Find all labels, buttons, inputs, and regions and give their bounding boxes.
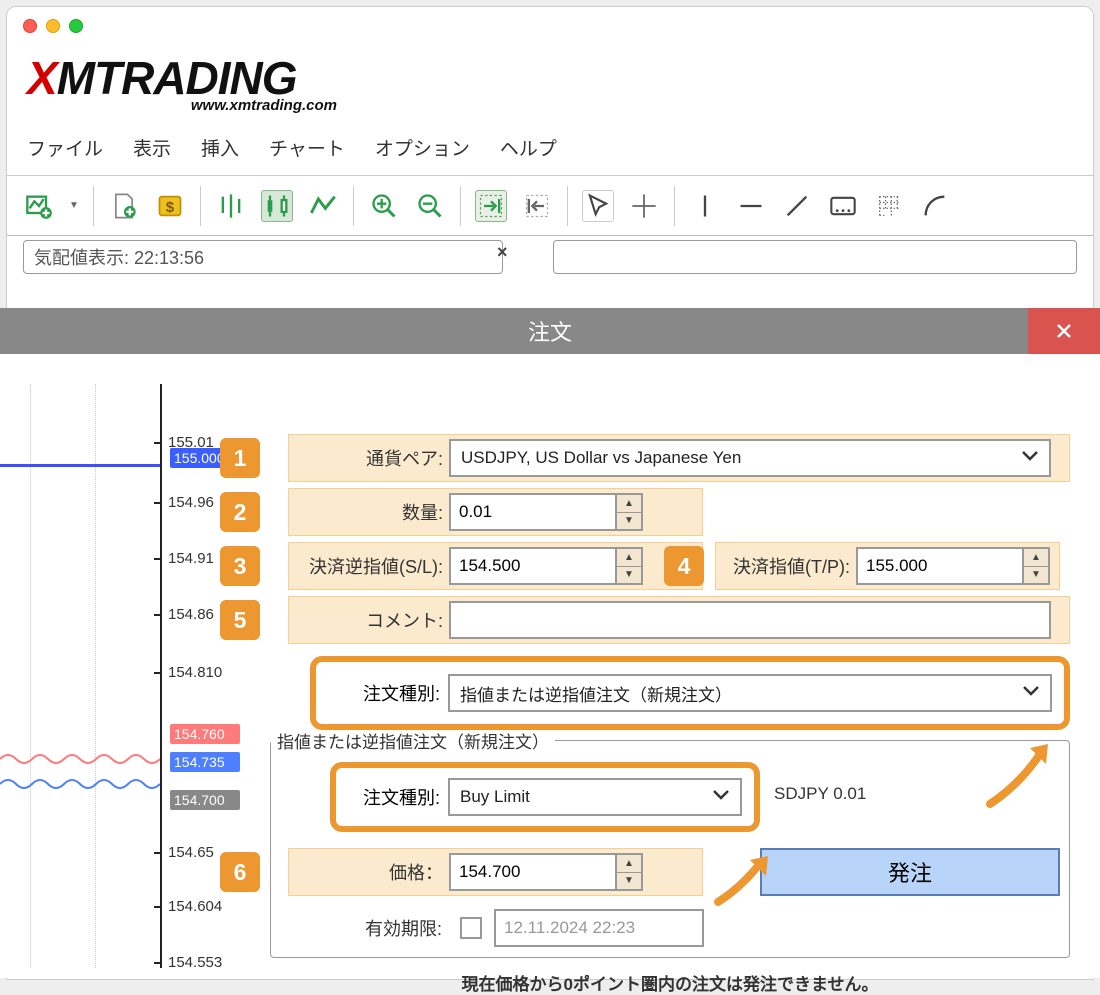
- sl-label: 決済逆指値(S/L):: [289, 553, 449, 579]
- new-chart-icon[interactable]: [23, 190, 55, 222]
- menubar: ファイル 表示 挿入 チャート オプション ヘルプ: [7, 122, 1093, 176]
- pending-group-label: 指値または逆指値注文（新規注文）: [271, 728, 555, 753]
- price-stepper[interactable]: ▲▼: [615, 853, 643, 891]
- qty-input[interactable]: 0.01: [449, 493, 617, 531]
- trend-line-icon[interactable]: [781, 190, 813, 222]
- callout-badge-1: 1: [220, 438, 260, 478]
- brand-area: XMTRADING www.xmtrading.com: [7, 45, 1093, 122]
- order-type-label: 注文種別:: [328, 680, 448, 706]
- chevron-down-icon: [1021, 448, 1039, 468]
- callout-badge-4: 4: [664, 546, 704, 586]
- svg-text:$: $: [166, 198, 175, 215]
- y-tick: 154.604: [162, 898, 240, 915]
- comment-input[interactable]: [449, 601, 1051, 639]
- dialog-title: 注文: [528, 315, 572, 347]
- arrow-icon: [980, 734, 1060, 814]
- tp-stepper[interactable]: ▲▼: [1022, 547, 1050, 585]
- menu-view[interactable]: 表示: [133, 134, 171, 161]
- menu-chart[interactable]: チャート: [269, 134, 345, 161]
- tp-label: 決済指値(T/P):: [716, 553, 856, 579]
- price-label: 価格：: [289, 859, 449, 885]
- scroll-start-icon[interactable]: [521, 190, 553, 222]
- pair-select[interactable]: USDJPY, US Dollar vs Japanese Yen: [449, 439, 1051, 477]
- dialog-title-bar: 注文: [0, 308, 1100, 354]
- order-dialog: 注文 155.01155.000154.96154.91154.86154.81…: [0, 308, 1100, 978]
- arrow-icon: [710, 850, 780, 910]
- crosshair-icon[interactable]: [628, 190, 660, 222]
- close-window-button[interactable]: [23, 19, 37, 33]
- qty-stepper[interactable]: ▲▼: [615, 493, 643, 531]
- minimize-window-button[interactable]: [46, 19, 60, 33]
- price-tag: 154.735: [170, 752, 240, 772]
- cursor-icon[interactable]: [582, 190, 614, 222]
- quote-time: 気配値表示: 22:13:56: [34, 244, 204, 270]
- zoom-in-icon[interactable]: [368, 190, 400, 222]
- expiry-label: 有効期限:: [288, 915, 448, 941]
- scroll-end-icon[interactable]: [475, 190, 507, 222]
- pending-type-label: 注文種別:: [348, 784, 448, 810]
- comment-label: コメント:: [289, 607, 449, 633]
- currency-icon[interactable]: $: [154, 190, 186, 222]
- dialog-close-button[interactable]: [1028, 308, 1100, 354]
- toolbar: ▼ $: [7, 176, 1093, 236]
- menu-insert[interactable]: 挿入: [201, 134, 239, 161]
- expiry-checkbox[interactable]: [460, 917, 482, 939]
- zoom-window-button[interactable]: [69, 19, 83, 33]
- titlebar: [7, 7, 1093, 45]
- menu-option[interactable]: オプション: [375, 134, 470, 161]
- chevron-down-icon: [1022, 683, 1040, 703]
- new-document-icon[interactable]: [108, 190, 140, 222]
- chevron-down-icon: [712, 787, 730, 807]
- callout-badge-5: 5: [220, 600, 260, 640]
- submit-order-button[interactable]: 発注: [760, 848, 1060, 896]
- pending-type-select[interactable]: Buy Limit: [448, 778, 742, 816]
- brand-logo: XMTRADING: [27, 55, 1073, 101]
- shape-icon[interactable]: [919, 190, 951, 222]
- pending-info: SDJPY 0.01: [774, 784, 866, 804]
- grid-icon[interactable]: [873, 190, 905, 222]
- menu-help[interactable]: ヘルプ: [500, 134, 557, 161]
- price-tag: 154.760: [170, 724, 240, 744]
- vertical-line-icon[interactable]: [689, 190, 721, 222]
- pair-label: 通貨ペア:: [289, 445, 449, 471]
- callout-badge-6: 6: [220, 852, 260, 892]
- order-form: 通貨ペア: USDJPY, US Dollar vs Japanese Yen …: [240, 354, 1100, 978]
- y-tick: 154.553: [162, 954, 240, 971]
- callout-badge-2: 2: [220, 492, 260, 532]
- bottom-note: 現在価格から0ポイント圏内の注文は発注できません。: [240, 970, 1100, 995]
- close-panel-icon[interactable]: ×: [497, 242, 508, 263]
- horizontal-line-icon[interactable]: [735, 190, 767, 222]
- sub-header: 気配値表示: 22:13:56 ×: [7, 236, 1093, 274]
- callout-badge-3: 3: [220, 546, 260, 586]
- menu-file[interactable]: ファイル: [27, 134, 103, 161]
- zoom-out-icon[interactable]: [414, 190, 446, 222]
- expiry-input[interactable]: 12.11.2024 22:23: [494, 909, 704, 947]
- text-label-icon[interactable]: [827, 190, 859, 222]
- y-tick: 154.810: [162, 664, 240, 681]
- sl-input[interactable]: 154.500: [449, 547, 617, 585]
- chart-preview: 155.01155.000154.96154.91154.86154.81015…: [0, 354, 240, 978]
- bar-chart-icon[interactable]: [215, 190, 247, 222]
- sl-stepper[interactable]: ▲▼: [615, 547, 643, 585]
- candle-chart-icon[interactable]: [261, 190, 293, 222]
- price-input[interactable]: 154.700: [449, 853, 617, 891]
- line-chart-icon[interactable]: [307, 190, 339, 222]
- qty-label: 数量:: [289, 499, 449, 525]
- order-type-select[interactable]: 指値または逆指値注文（新規注文）: [448, 674, 1052, 712]
- tp-input[interactable]: 155.000: [856, 547, 1024, 585]
- price-tag: 154.700: [170, 790, 240, 810]
